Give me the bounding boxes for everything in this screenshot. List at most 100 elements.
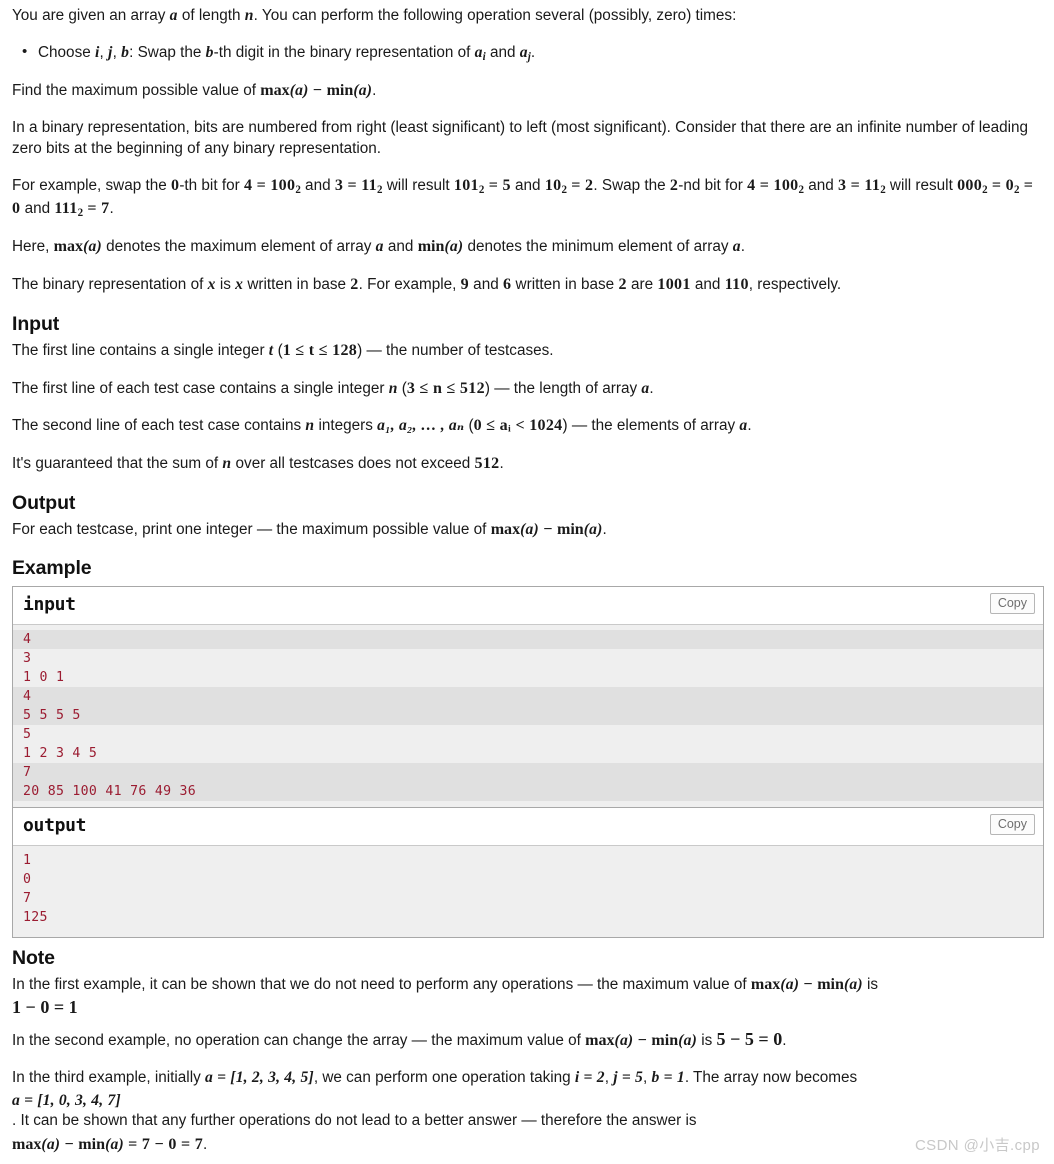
math-101: 101 [453, 176, 479, 194]
input-l2-text-1: The first line of each test case contain… [12, 379, 389, 397]
swap-text-2: -th bit for [179, 176, 244, 194]
math-max-arg-4: (a) [780, 976, 800, 994]
operation-list: Choose i, j, b: Swap the b-th digit in t… [12, 42, 1044, 65]
code-line: 7 [13, 889, 1043, 909]
input-l2-text-3: ) — the length of array [484, 379, 642, 397]
code-line: 0 [13, 870, 1043, 890]
input-line-1: The first line contains a single integer… [12, 340, 1044, 362]
math-eq-3-11b: 3 = 11 [838, 176, 881, 194]
math-eq-2: = 2 [566, 176, 594, 194]
math-max-op: max [260, 82, 290, 100]
note3-text-5: . [203, 1135, 208, 1153]
input-l3-text-1: The second line of each test case contai… [12, 417, 306, 435]
output-l1-text-1: For each testcase, print one integer — t… [12, 520, 491, 538]
note2-text-1: In the second example, no operation can … [12, 1032, 586, 1050]
math-array-elements: a₁, a₂, … , aₙ [377, 417, 465, 435]
binrep-text-1: The binary representation of [12, 276, 208, 294]
input-l3-text-5: . [747, 417, 752, 435]
math-minus-6: − [60, 1135, 79, 1153]
math-min-arg-2: (a) [444, 238, 464, 256]
math-max-arg-5: (a) [614, 1032, 634, 1050]
binrep-definition-paragraph: The binary representation of x is x writ… [12, 274, 1044, 296]
math-max-arg-2: (a) [83, 238, 102, 256]
code-line: 1 [13, 851, 1043, 871]
output-title-row: output Copy [13, 808, 1043, 847]
bullet-text-4: and [485, 43, 520, 61]
input-line-2: The first line of each test case contain… [12, 378, 1044, 400]
note-paragraph-2: In the second example, no operation can … [12, 1030, 1044, 1052]
math-minus-5: − [633, 1032, 652, 1050]
input-l2-text-4: . [649, 379, 654, 397]
math-final-equation: = 7 − 0 = 7 [123, 1135, 204, 1153]
input-l1-text-1: The first line contains a single integer [12, 341, 269, 359]
copy-output-button[interactable]: Copy [989, 814, 1035, 836]
sample-test-input: input Copy 4 3 1 0 1 4 5 5 5 5 5 1 2 3 4… [12, 586, 1044, 808]
output-code-body[interactable]: 1 0 7 125 [13, 846, 1043, 938]
math-max-op-6: max [12, 1135, 42, 1153]
math-max-arg-6: (a) [41, 1135, 61, 1153]
math-eq-i: i = 2 [574, 1068, 605, 1086]
output-section-heading: Output [12, 491, 76, 514]
example-section-heading: Example [12, 557, 92, 580]
swap-text-5: and [510, 176, 545, 194]
here-text-1: Here, [12, 238, 54, 256]
math-var-b: b [121, 43, 130, 61]
math-var-a-3: a [732, 238, 741, 256]
input-line-4: It's guaranteed that the sum of n over a… [12, 453, 1044, 475]
binrep-text-7: are [626, 276, 658, 294]
input-code-body[interactable]: 4 3 1 0 1 4 5 5 5 5 5 1 2 3 4 5 7 20 85 … [13, 625, 1043, 808]
math-var-b2: b [205, 43, 214, 61]
code-line: 5 [13, 725, 1043, 745]
math-min-arg-5: (a) [678, 1032, 697, 1050]
math-constraint-n: 3 ≤ n ≤ 512 [406, 379, 485, 397]
find-text-pre: Find the maximum possible value of [12, 82, 261, 100]
math-min-op-6: min [78, 1135, 106, 1153]
math-base-two-2: 2 [618, 276, 627, 294]
swap-text-1: For example, swap the [12, 176, 171, 194]
here-text-4: denotes the minimum element of array [463, 238, 733, 256]
code-line: 20 85 100 41 76 49 36 [13, 782, 1043, 802]
math-note1-equation: 1 − 0 = 1 [12, 997, 78, 1018]
math-two-nd: 2 [669, 176, 679, 194]
code-line: 3 [13, 649, 1043, 669]
swap-text-8: and [804, 176, 839, 194]
output-l1-text-2: . [602, 520, 607, 538]
swap-text-3: and [300, 176, 335, 194]
note1-text-1: In the first example, it can be shown th… [12, 976, 751, 994]
math-min-op: min [326, 82, 354, 100]
math-110: 110 [724, 276, 749, 294]
intro-text-mid: of length [177, 7, 245, 24]
intro-paragraph: You are given an array a of length n. Yo… [12, 6, 1044, 27]
intro-text-post: . You can perform the following operatio… [253, 7, 737, 24]
here-definition-paragraph: Here, max(a) denotes the maximum element… [12, 236, 1044, 258]
copy-input-button[interactable]: Copy [989, 593, 1035, 615]
math-eq-b: b = 1 [651, 1068, 685, 1086]
math-min-op-4: min [817, 976, 844, 994]
math-var-ai: a [474, 43, 483, 61]
note3-text-1: In the third example, initially [12, 1068, 206, 1086]
note1-text-2: is [862, 976, 879, 994]
note3-text-4: . It can be shown that any further opera… [12, 1112, 697, 1130]
swap-text-4: will result [382, 176, 454, 194]
code-line: 1 0 1 [13, 668, 1043, 688]
math-min-arg-3: (a) [583, 520, 603, 538]
input-title-row: input Copy [13, 587, 1043, 626]
input-section-heading: Input [12, 312, 60, 335]
here-text-2: denotes the maximum element of array [101, 238, 376, 256]
binrep-text-8: and [690, 276, 725, 294]
input-l3-text-2: integers [314, 417, 378, 435]
code-line: 125 [13, 908, 1043, 928]
input-l3-text-4: ) — the elements of array [562, 417, 740, 435]
intro-text-pre: You are given an array [12, 7, 170, 24]
sample-tests: input Copy 4 3 1 0 1 4 5 5 5 5 5 1 2 3 4… [12, 586, 1044, 939]
math-eq-7: = 7 [83, 199, 110, 217]
bullet-text-2: : Swap the [129, 43, 206, 61]
math-array-after: a = [1, 0, 3, 4, 7] [12, 1091, 121, 1109]
swap-text-9: will result [885, 176, 958, 194]
math-max-arg-3: (a) [520, 520, 539, 538]
note2-text-2: is [696, 1032, 717, 1050]
math-minus-4: − [799, 976, 818, 994]
note-paragraph-1: In the first example, it can be shown th… [12, 974, 1044, 1016]
math-var-n-3: n [305, 417, 315, 435]
math-000: 000 [957, 176, 983, 194]
